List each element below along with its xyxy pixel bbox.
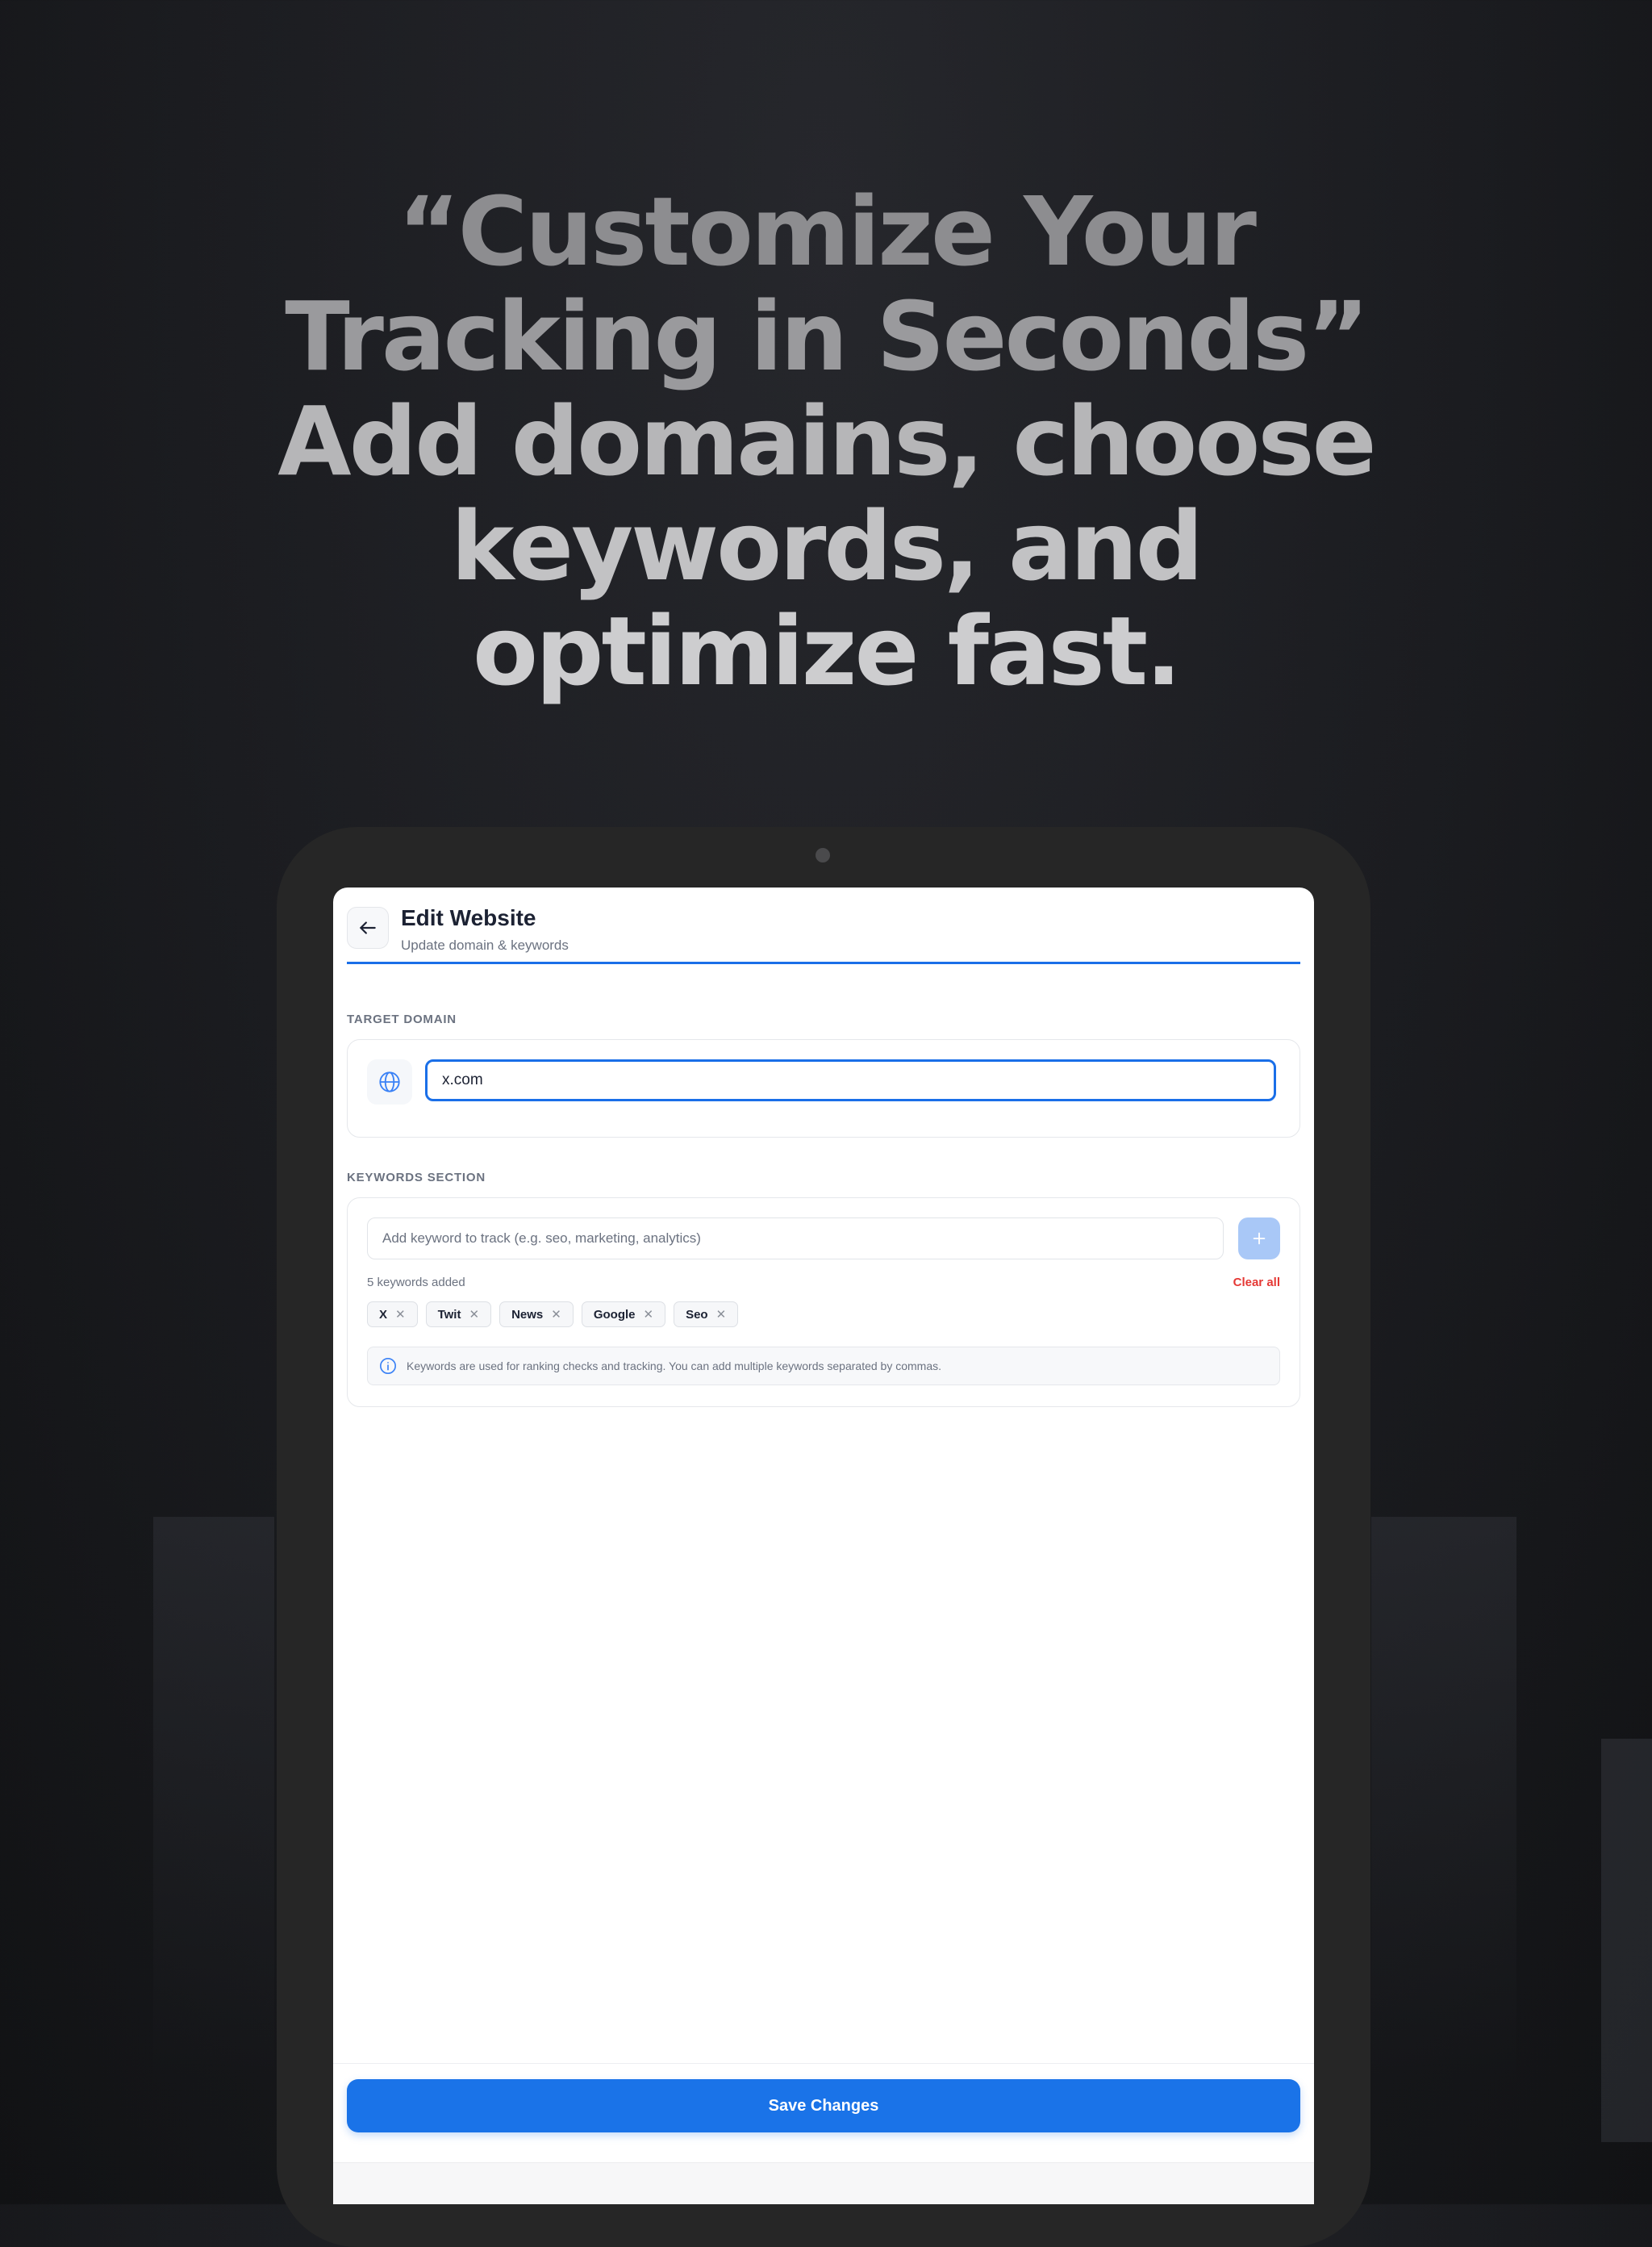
- close-icon[interactable]: ✕: [469, 1307, 479, 1322]
- keyword-input[interactable]: Add keyword to track (e.g. seo, marketin…: [367, 1217, 1224, 1259]
- app-screen: Edit Website Update domain & keywords TA…: [333, 888, 1314, 2204]
- chip-label: Seo: [686, 1307, 708, 1322]
- headline-line: Tracking in Seconds”: [285, 281, 1370, 392]
- section-label-domain: TARGET DOMAIN: [347, 1013, 457, 1026]
- keyword-chip: Google ✕: [581, 1301, 666, 1327]
- plus-icon: [1253, 1232, 1266, 1245]
- headline-line: “Customize Your: [398, 176, 1257, 287]
- keyword-chips: X ✕ Twit ✕ News ✕ Google ✕ Seo ✕: [367, 1301, 739, 1327]
- keyword-chip: News ✕: [499, 1301, 574, 1327]
- close-icon[interactable]: ✕: [716, 1307, 727, 1322]
- footer-divider: [333, 2063, 1314, 2064]
- globe-icon-box: [367, 1059, 412, 1105]
- globe-icon: [379, 1071, 400, 1092]
- marketing-headline: “Customize Your Tracking in Seconds” Add…: [161, 179, 1491, 704]
- chip-label: X: [379, 1307, 388, 1322]
- page-subtitle: Update domain & keywords: [401, 938, 569, 953]
- background-shape: [1601, 1739, 1652, 2142]
- info-note: Keywords are used for ranking checks and…: [367, 1347, 1280, 1385]
- camera-dot: [816, 848, 830, 862]
- page-title: Edit Website: [401, 905, 536, 930]
- back-button[interactable]: [347, 907, 389, 949]
- background-shape: [153, 1517, 274, 2082]
- bottom-bar: [333, 2162, 1314, 2204]
- headline-line: optimize fast.: [472, 595, 1182, 707]
- add-keyword-button[interactable]: [1238, 1217, 1280, 1259]
- keywords-card: Add keyword to track (e.g. seo, marketin…: [347, 1197, 1300, 1407]
- save-changes-button[interactable]: Save Changes: [347, 2079, 1300, 2132]
- keyword-count: 5 keywords added: [367, 1276, 465, 1289]
- close-icon[interactable]: ✕: [551, 1307, 561, 1322]
- info-icon: [380, 1358, 396, 1374]
- clear-all-button[interactable]: Clear all: [1233, 1276, 1280, 1289]
- chip-label: News: [511, 1307, 544, 1322]
- chip-label: Google: [593, 1307, 636, 1322]
- header-divider: [347, 962, 1300, 964]
- chip-label: Twit: [437, 1307, 461, 1322]
- domain-card: x.com: [347, 1039, 1300, 1138]
- close-icon[interactable]: ✕: [644, 1307, 654, 1322]
- headline-line: Add domains, choose: [277, 386, 1376, 497]
- background-shape: [1371, 1517, 1516, 2082]
- keyword-chip: Twit ✕: [425, 1301, 492, 1327]
- arrow-left-icon: [360, 921, 376, 934]
- headline-line: keywords, and: [450, 491, 1204, 602]
- keyword-chip: X ✕: [367, 1301, 418, 1327]
- section-label-keywords: KEYWORDS SECTION: [347, 1171, 486, 1184]
- keyword-chip: Seo ✕: [674, 1301, 739, 1327]
- page-header: Edit Website Update domain & keywords: [347, 905, 1300, 964]
- domain-input[interactable]: x.com: [425, 1059, 1276, 1101]
- info-text: Keywords are used for ranking checks and…: [407, 1359, 942, 1372]
- close-icon[interactable]: ✕: [395, 1307, 406, 1322]
